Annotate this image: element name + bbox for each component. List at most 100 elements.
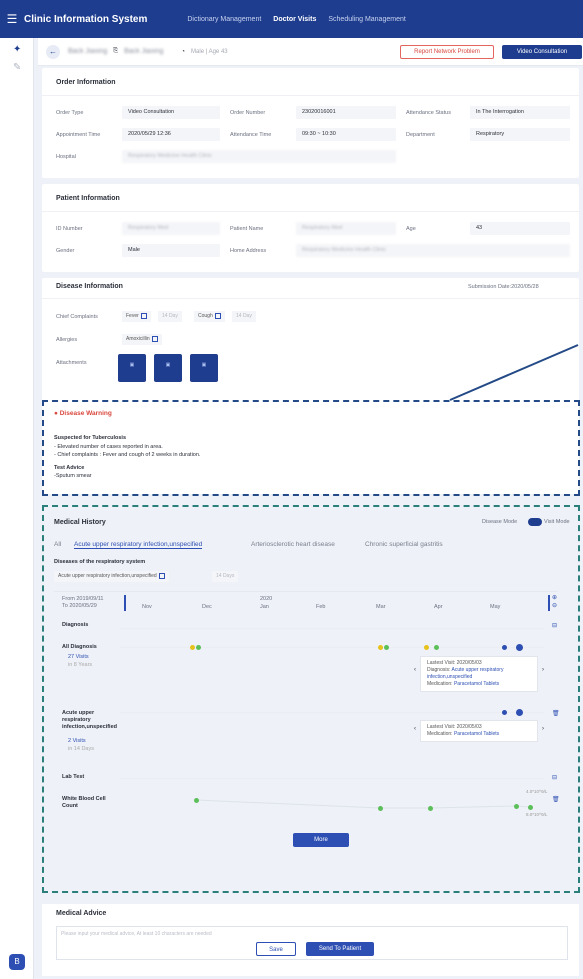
timeline-year: 2020 [260,596,273,602]
lab-dot[interactable] [528,805,533,810]
allergy-amoxicillin: Amoxicillin [122,334,162,345]
patient-meta: Male | Age 43 [191,48,228,55]
visit-dot[interactable] [516,644,523,651]
visit-tooltip: Lastest Visit: 2020/05/03 Medication: Pa… [420,720,538,742]
pin-icon[interactable]: ✦ [13,44,21,55]
delete-icon[interactable]: 🗑 [552,796,560,803]
visit-dot[interactable] [378,645,383,650]
visit-dot[interactable] [190,645,195,650]
patient-information-card: Patient Information ID Number Respirator… [42,184,579,272]
attendance-status-label: Attendance Status [406,110,451,116]
nav-doctor-visits[interactable]: Doctor Visits [273,16,316,23]
disease-title: Disease Information [56,283,123,290]
tab-gastritis[interactable]: Chronic superficial gastritis [365,541,443,548]
department-label: Department [406,132,435,138]
complaint-fever-days: 14 Day [158,311,182,322]
zoom-out-icon[interactable]: ⊖ [552,602,557,609]
gender-label: Gender [56,248,75,254]
disease-warning-panel: ● Disease Warning Suspected for Tubercul… [42,400,580,496]
fever-checkbox[interactable] [140,312,147,319]
tooltip-med: Paracetamol Tablets [453,731,500,737]
allergy-checkbox[interactable] [151,335,158,342]
age-label: Age [406,226,416,232]
acute-visits: 2 Visits [68,738,86,744]
lab-dot[interactable] [428,806,433,811]
visit-dot[interactable] [516,709,523,716]
appointment-time-value: 2020/05/29 12:36 [122,128,220,141]
order-number-label: Order Number [230,110,266,116]
attachment-thumbnail[interactable]: ▣ [154,354,182,382]
menu-icon[interactable]: ☰ [0,12,24,26]
acute-days: in 14 Days [68,746,94,752]
attachment-thumbnail[interactable]: ▣ [118,354,146,382]
range-end-handle[interactable] [548,595,550,611]
hospital-value: Respiratory Medicine Health Clinic [122,150,396,163]
lab-dot[interactable] [194,798,199,803]
visit-dot[interactable] [434,645,439,650]
all-diagnosis-label: All Diagnosis [62,644,97,650]
nav-scheduling[interactable]: Scheduling Management [328,16,405,23]
tooltip-med: Paracetamol Tablets [453,681,500,687]
nav-dictionary[interactable]: Dictionary Management [187,16,261,23]
cough-checkbox[interactable] [214,312,221,319]
disease-chip-days: 14 Days [212,571,239,582]
month-label: Jan [260,604,269,610]
copy-icon[interactable]: ⎘ [113,48,118,55]
disease-chip-checkbox[interactable] [158,572,165,579]
tab-acute-upper[interactable]: Acute upper respiratory infection,unspec… [74,541,203,549]
tab-all[interactable]: All [54,541,61,548]
suspect-text: Suspected for Tuberculosis [54,435,127,441]
timeline: From 2019/09/11 To 2020/05/29 2020 Nov D… [54,591,560,823]
zoom-in-icon[interactable]: ⊕ [552,594,557,601]
wbc-value: 8.0*10^9/L [526,812,548,817]
attachment-thumbnail[interactable]: ▣ [190,354,218,382]
edit-icon[interactable]: ✎ [13,62,21,73]
delete-icon[interactable]: 🗑 [552,710,560,717]
attachments-label: Attachments [56,360,87,366]
video-consultation-button[interactable]: Video Consultation [502,45,582,59]
visit-dot[interactable] [502,710,507,715]
back-icon[interactable]: ← [46,44,60,59]
medical-history-panel: Medical History Disease Mode Visit Mode … [42,505,580,893]
save-button[interactable]: Save [256,942,296,956]
attendance-status-value: In The Interrogation [470,106,570,119]
range-start-handle[interactable] [124,595,126,611]
wbc-trend-line [195,799,531,809]
order-number-value: 23020016001 [296,106,396,119]
order-type-value: Video Consultation [122,106,220,119]
expand-icon[interactable]: ⊟ [552,774,557,781]
attendance-time-label: Attendance Time [230,132,272,138]
tooltip-prev-icon[interactable]: ‹ [414,726,416,732]
home-address-label: Home Address [230,248,267,254]
tooltip-prev-icon[interactable]: ‹ [414,667,416,673]
send-to-patient-button[interactable]: Send To Patient [306,942,374,956]
lab-dot[interactable] [514,804,519,809]
disease-chip: Acute upper respiratory infection,unspec… [54,571,169,582]
report-network-button[interactable]: Report Network Problem [400,45,494,59]
month-label: Feb [316,604,326,610]
hospital-label: Hospital [56,154,76,160]
lab-dot[interactable] [378,806,383,811]
more-button[interactable]: More [293,833,349,847]
patient-name-label: Patient Name [230,226,264,232]
chat-icon[interactable]: B [9,954,25,970]
chief-complaints-label: Chief Complaints [56,314,98,320]
tab-arteriosclerotic[interactable]: Arteriosclerotic heart disease [251,541,335,548]
wbc-label: White Blood Cell Count [62,796,106,809]
mode-toggle[interactable] [528,518,542,526]
visit-dot[interactable] [384,645,389,650]
visit-dot[interactable] [424,645,429,650]
month-label: Apr [434,604,443,610]
expand-icon[interactable]: ⊟ [552,622,557,629]
tooltip-med-label: Medication: [427,731,453,737]
department-value: Respiratory [470,128,570,141]
tooltip-next-icon[interactable]: › [542,667,544,673]
complaint-fever: Fever [122,311,151,322]
all-visits: 27 Visits [68,654,89,660]
tooltip-diag-label: Diagnosis: [427,667,451,673]
attendance-time-value: 09:30 ~ 10:30 [296,128,396,141]
patient-title: Patient Information [56,195,120,202]
visit-dot[interactable] [502,645,507,650]
visit-dot[interactable] [196,645,201,650]
tooltip-next-icon[interactable]: › [542,726,544,732]
